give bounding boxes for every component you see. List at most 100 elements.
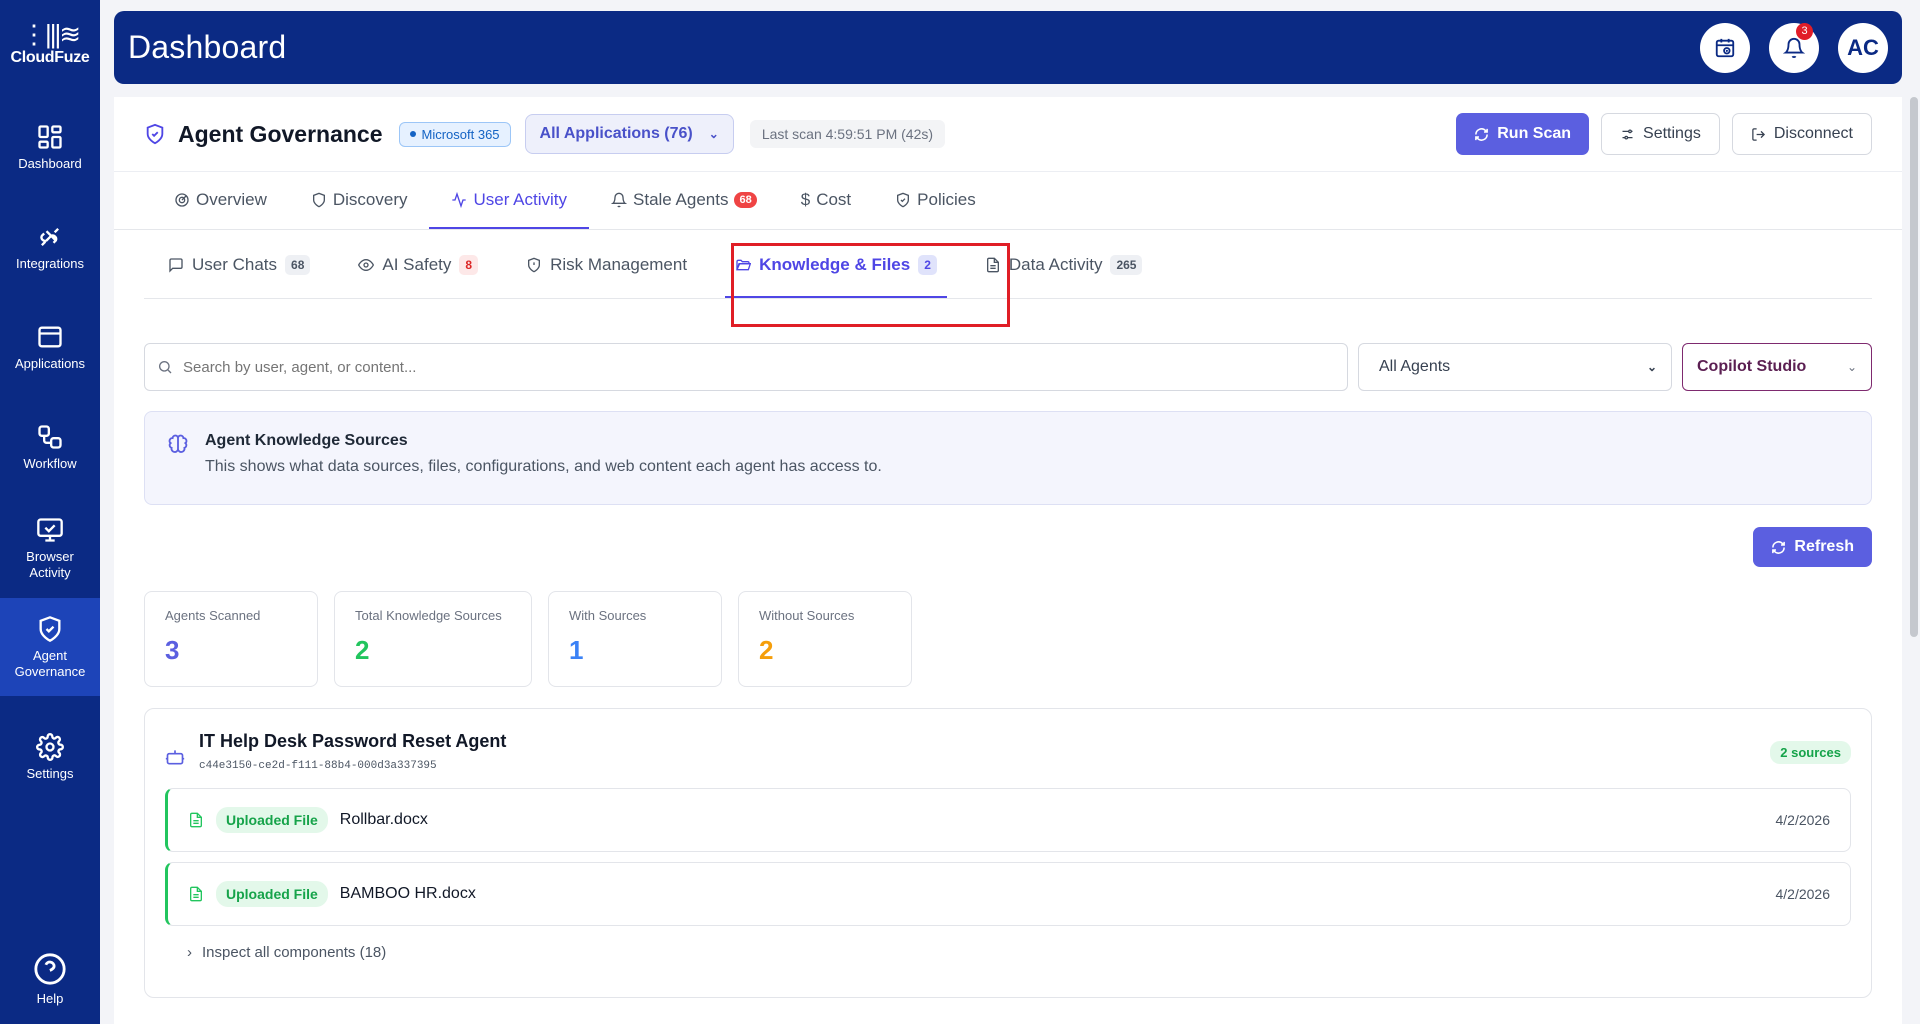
stat-card-with-sources: With Sources 1: [548, 591, 722, 687]
agent-filter-dropdown[interactable]: All Agents ⌄: [1358, 343, 1672, 391]
run-scan-button[interactable]: Run Scan: [1456, 113, 1590, 155]
last-scan-label: Last scan 4:59:51 PM (42s): [749, 120, 946, 148]
sidebar-item-label: Help: [36, 990, 64, 1006]
file-name: Rollbar.docx: [339, 811, 428, 828]
tab-label: User Activity: [473, 189, 568, 209]
tab-cost[interactable]: $ Cost: [779, 172, 873, 229]
shield-alert-icon: [528, 257, 541, 272]
stat-card-agents-scanned: Agents Scanned 3: [144, 591, 318, 687]
inspect-components-toggle[interactable]: › Inspect all components (18): [165, 944, 1851, 961]
knowledge-sources-info: Agent Knowledge Sources This shows what …: [144, 411, 1872, 505]
file-text-icon: [986, 257, 999, 272]
chevron-down-icon: ⌄: [708, 127, 719, 141]
workflow-icon: [38, 424, 62, 449]
monitor-check-icon: [37, 517, 63, 542]
search-input[interactable]: [183, 358, 1335, 376]
studio-filter-dropdown[interactable]: Copilot Studio ⌄: [1682, 343, 1872, 391]
calendar-clock-icon: [1715, 38, 1735, 57]
sidebar-item-browser-activity[interactable]: Browser Activity: [0, 500, 100, 596]
sidebar-item-label: Settings: [26, 765, 74, 781]
plug-icon: [40, 227, 59, 246]
main-tabs: Overview Discovery User Activity Stale A…: [114, 172, 1902, 230]
file-date: 4/2/2026: [1775, 886, 1831, 902]
filter-bar: All Agents ⌄ Copilot Studio ⌄: [144, 343, 1872, 391]
folder-open-icon: [736, 259, 752, 270]
subtab-ai-safety[interactable]: AI Safety 8: [334, 231, 502, 298]
inspect-label: Inspect all components (18): [202, 944, 387, 961]
tab-user-activity[interactable]: User Activity: [429, 172, 590, 229]
stats-row: Agents Scanned 3 Total Knowledge Sources…: [144, 591, 912, 687]
section-title-text: Agent Governance: [178, 120, 383, 147]
bell-icon: [1783, 37, 1805, 58]
gear-icon: [36, 732, 64, 761]
sliders-icon: [1622, 129, 1633, 139]
agent-filter-value: All Agents: [1379, 358, 1451, 375]
subtab-risk-management[interactable]: Risk Management: [502, 231, 711, 298]
sidebar-item-agent-governance[interactable]: Agent Governance: [0, 598, 100, 696]
file-type-tag: Uploaded File: [216, 807, 328, 833]
shield-check-icon: [146, 123, 164, 145]
stat-label: Total Knowledge Sources: [355, 608, 502, 623]
sidebar-item-dashboard[interactable]: Dashboard: [0, 104, 100, 190]
cloudfuze-logo[interactable]: ⋮|||≋ CloudFuze: [0, 0, 100, 88]
knowledge-file-row[interactable]: Uploaded File Rollbar.docx 4/2/2026: [165, 788, 1851, 852]
tab-stale-agents[interactable]: Stale Agents 68: [589, 172, 779, 229]
page-title: Dashboard: [128, 29, 287, 65]
brain-icon: [168, 434, 188, 453]
stat-card-total-sources: Total Knowledge Sources 2: [334, 591, 532, 687]
bot-icon: [165, 750, 185, 765]
applications-dropdown[interactable]: All Applications (76) ⌄: [524, 114, 734, 154]
user-avatar[interactable]: AC: [1838, 22, 1888, 73]
tab-label: Discovery: [332, 189, 408, 209]
stat-value: 2: [355, 635, 370, 665]
subtab-data-activity[interactable]: Data Activity 265: [961, 231, 1167, 298]
stat-label: Without Sources: [759, 608, 855, 623]
logout-icon: [1752, 127, 1765, 141]
sidebar-item-help[interactable]: Help: [0, 944, 100, 1014]
platform-label: Microsoft 365: [421, 126, 500, 142]
stat-label: With Sources: [569, 608, 647, 623]
applications-dropdown-value: All Applications (76): [539, 125, 693, 142]
dollar-icon: $: [800, 189, 811, 209]
refresh-icon: [1475, 127, 1489, 141]
stat-label: Agents Scanned: [165, 608, 261, 623]
tab-label: Stale Agents: [633, 189, 729, 209]
settings-label: Settings: [1643, 125, 1701, 142]
sidebar-item-settings[interactable]: Settings: [0, 714, 100, 800]
page-scrollbar[interactable]: [1910, 97, 1918, 637]
refresh-label: Refresh: [1794, 538, 1854, 555]
tab-label: Overview: [196, 189, 267, 209]
activity-subtabs: User Chats 68 AI Safety 8 Risk Managemen…: [144, 231, 1872, 299]
stat-value: 2: [759, 635, 774, 665]
stat-card-without-sources: Without Sources 2: [738, 591, 912, 687]
count-badge: 2: [918, 254, 937, 275]
settings-button[interactable]: Settings: [1601, 113, 1720, 155]
subtab-user-chats[interactable]: User Chats 68: [144, 231, 334, 298]
sidebar-item-workflow[interactable]: Workflow: [0, 404, 100, 490]
logo-wave-icon: ⋮|||≋: [20, 19, 81, 49]
top-header: Dashboard 3 AC: [114, 11, 1902, 84]
brand-name: CloudFuze: [10, 49, 90, 66]
subtab-label: Data Activity: [1008, 254, 1103, 274]
sidebar-item-label: Agent Governance: [14, 647, 86, 679]
file-name: BAMBOO HR.docx: [339, 885, 476, 902]
subtab-label: AI Safety: [382, 254, 452, 274]
subtab-knowledge-files[interactable]: Knowledge & Files 2: [711, 231, 961, 298]
tab-overview[interactable]: Overview: [152, 172, 289, 229]
tab-policies[interactable]: Policies: [873, 172, 998, 229]
notification-count-badge: 3: [1796, 22, 1813, 40]
refresh-button[interactable]: Refresh: [1753, 527, 1872, 567]
sidebar-item-applications[interactable]: Applications: [0, 304, 100, 390]
sidebar: ⋮|||≋ CloudFuze Dashboard Integrations A…: [0, 0, 100, 1024]
stale-agents-count-badge: 68: [734, 191, 757, 208]
agent-name: IT Help Desk Password Reset Agent: [199, 731, 507, 751]
knowledge-file-row[interactable]: Uploaded File BAMBOO HR.docx 4/2/2026: [165, 862, 1851, 926]
file-type-tag: Uploaded File: [216, 881, 328, 907]
file-text-icon: [190, 886, 202, 902]
notifications-button[interactable]: 3: [1769, 22, 1819, 73]
calendar-button[interactable]: [1700, 22, 1750, 73]
disconnect-label: Disconnect: [1773, 125, 1853, 142]
tab-discovery[interactable]: Discovery: [289, 172, 430, 229]
disconnect-button[interactable]: Disconnect: [1731, 113, 1872, 155]
sidebar-item-integrations[interactable]: Integrations: [0, 204, 100, 290]
